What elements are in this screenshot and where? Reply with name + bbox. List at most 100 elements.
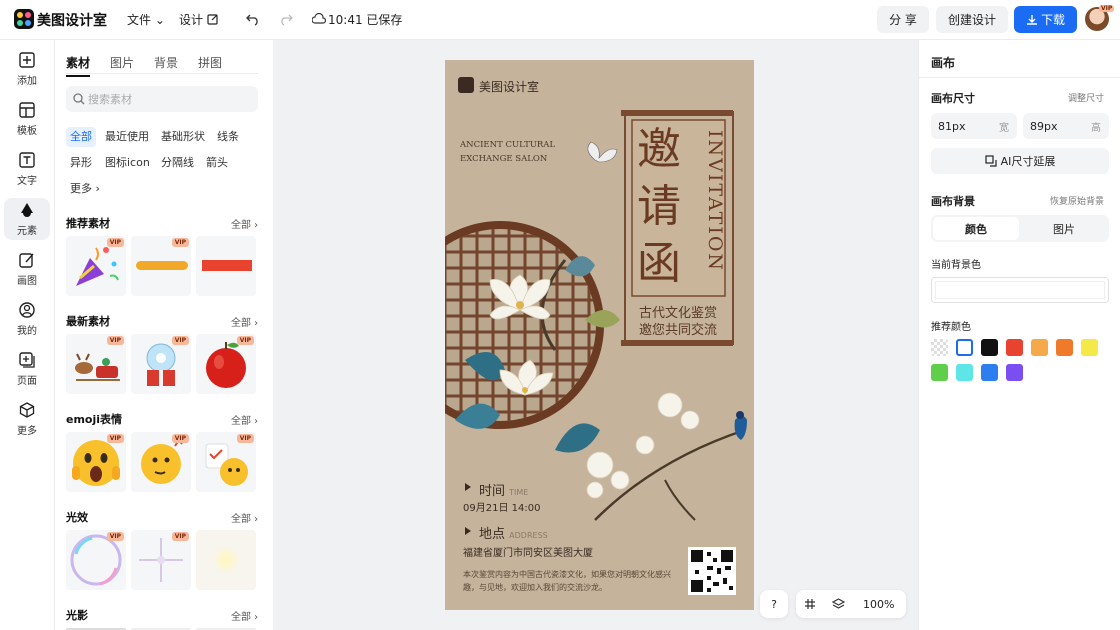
grid-icon[interactable] [804, 598, 816, 610]
divider [919, 77, 1120, 78]
height-field[interactable]: 89px 高 [1023, 113, 1109, 139]
left-nav: 添加 模板 文字 元素 画图 我的 页面 更多 [0, 40, 55, 630]
emoji-thinking-face[interactable]: VIP [131, 432, 191, 492]
emoji-shocked-face[interactable]: VIP [66, 432, 126, 492]
chip-icons[interactable]: 图标icon [101, 153, 154, 173]
swatch-black[interactable] [981, 339, 998, 356]
chip-recent[interactable]: 最近使用 [101, 127, 153, 147]
undo-icon[interactable] [246, 12, 260, 26]
nav-template[interactable]: 模板 [4, 98, 50, 140]
poster-sub-line-2: 邀您共同交流 [639, 323, 718, 338]
layers-icon[interactable] [832, 597, 845, 611]
chip-basic-shapes[interactable]: 基础形状 [157, 127, 209, 147]
see-all-light-effects[interactable]: 全部 › [231, 510, 258, 525]
section-title-latest: 最新素材 [66, 315, 110, 328]
save-status: 10:41 已保存 [328, 13, 403, 27]
swatch-light-orange[interactable] [1031, 339, 1048, 356]
plus-square-icon [19, 52, 35, 68]
nav-page[interactable]: 页面 [4, 348, 50, 390]
invitation-poster[interactable]: 美图设计室 ANCIENT CULTURAL EXCHANGE SALON 邀 … [445, 60, 754, 610]
effect-bubble[interactable]: VIP [66, 530, 126, 590]
nav-draw[interactable]: 画图 [4, 248, 50, 290]
restore-background-link[interactable]: 恢复原始背景 [1050, 194, 1104, 207]
download-button[interactable]: 下载 [1014, 6, 1077, 33]
chip-special-shapes[interactable]: 异形 [66, 153, 96, 173]
material-party-popper[interactable]: VIP [66, 236, 126, 296]
search-icon [73, 93, 85, 105]
zoom-level[interactable]: 100% [863, 598, 894, 611]
material-red-apple[interactable]: VIP [196, 334, 256, 394]
swatch-green[interactable] [931, 364, 948, 381]
material-red-bar[interactable] [196, 236, 256, 296]
poster-en-subtitle-2: EXCHANGE SALON [460, 154, 548, 164]
bg-tab-color[interactable]: 颜色 [933, 217, 1019, 240]
ai-extend-icon [985, 155, 997, 167]
design-menu[interactable]: 设计 [179, 11, 219, 28]
vip-badge: VIP [236, 336, 254, 345]
material-snow-globe-gift[interactable]: VIP [131, 334, 191, 394]
swatch-red[interactable] [1006, 339, 1023, 356]
cloud-saved-icon [312, 13, 326, 24]
brand-name[interactable]: 美图设计室 [37, 10, 107, 30]
add-page-icon [19, 352, 35, 368]
poster-time-label: 时间 TIME [479, 484, 529, 499]
nav-element[interactable]: 元素 [4, 198, 50, 240]
effect-glow[interactable] [196, 530, 256, 590]
chevron-down-icon: ⌄ [154, 13, 165, 27]
poster-logo-icon [458, 77, 474, 93]
adjust-size-link[interactable]: 调整尺寸 [1068, 91, 1104, 104]
width-field[interactable]: 81px 宽 [931, 113, 1017, 139]
swatch-purple[interactable] [1006, 364, 1023, 381]
swatch-blue[interactable] [981, 364, 998, 381]
swatch-yellow[interactable] [1081, 339, 1098, 356]
swatch-orange[interactable] [1056, 339, 1073, 356]
see-all-light-shadow[interactable]: 全部 › [231, 608, 258, 623]
chip-arrows[interactable]: 箭头 [202, 153, 232, 173]
emoji-checklist-chick[interactable]: VIP [196, 432, 256, 492]
poster-logo-text: 美图设计室 [479, 80, 540, 94]
nav-text[interactable]: 文字 [4, 148, 50, 190]
chip-lines[interactable]: 线条 [213, 127, 243, 147]
nav-add[interactable]: 添加 [4, 48, 50, 90]
see-all-latest[interactable]: 全部 › [231, 314, 258, 329]
poster-title-char-1: 邀 [637, 124, 681, 175]
share-button[interactable]: 分 享 [877, 6, 929, 33]
vip-badge: VIP [171, 336, 189, 345]
vip-badge: VIP [106, 434, 124, 443]
create-design-button[interactable]: 创建设计 [936, 6, 1008, 33]
search-input[interactable]: 搜索素材 [66, 86, 258, 112]
current-bg-color-swatch[interactable] [931, 277, 1109, 303]
material-panel: 素材 图片 背景 拼图 搜索素材 全部 最近使用 基础形状 线条 异形 图标ic… [55, 40, 273, 630]
edit-icon [207, 14, 218, 25]
download-icon [1026, 14, 1037, 25]
poster-place-value: 福建省厦门市同安区美图大厦 [463, 548, 593, 559]
swatch-white[interactable] [956, 339, 973, 356]
see-all-recommended[interactable]: 全部 › [231, 216, 258, 231]
vip-badge: VIP [171, 532, 189, 541]
user-icon [19, 302, 35, 318]
effect-sparkle[interactable]: VIP [131, 530, 191, 590]
chip-more[interactable]: 更多 › [66, 179, 104, 199]
nav-more[interactable]: 更多 [4, 398, 50, 440]
swatch-transparent[interactable] [931, 339, 948, 356]
canvas-settings-panel: 画布 画布尺寸 调整尺寸 81px 宽 89px 高 AI尺寸延展 画布背景 恢复原… [918, 40, 1120, 630]
nav-mine[interactable]: 我的 [4, 298, 50, 340]
redo-icon[interactable] [279, 12, 293, 26]
material-reindeer-sleigh[interactable]: VIP [66, 334, 126, 394]
app-logo-icon[interactable] [14, 9, 34, 29]
vip-badge: VIP [106, 238, 124, 247]
chip-all[interactable]: 全部 [66, 127, 96, 147]
vip-badge: VIP [236, 434, 254, 443]
vip-badge: VIP [171, 434, 189, 443]
ai-size-extend-button[interactable]: AI尺寸延展 [931, 148, 1109, 174]
help-button[interactable]: ? [760, 590, 788, 618]
file-menu[interactable]: 文件 ⌄ [127, 11, 165, 28]
chip-dividers[interactable]: 分隔线 [157, 153, 198, 173]
see-all-emoji[interactable]: 全部 › [231, 412, 258, 427]
poster-title-char-2: 请 [637, 181, 681, 232]
bg-tab-image[interactable]: 图片 [1021, 217, 1107, 240]
swatch-cyan[interactable] [956, 364, 973, 381]
material-yellow-brush[interactable]: VIP [131, 236, 191, 296]
recommended-colors-label: 推荐颜色 [931, 322, 971, 333]
canvas-size-label: 画布尺寸 [931, 92, 975, 105]
